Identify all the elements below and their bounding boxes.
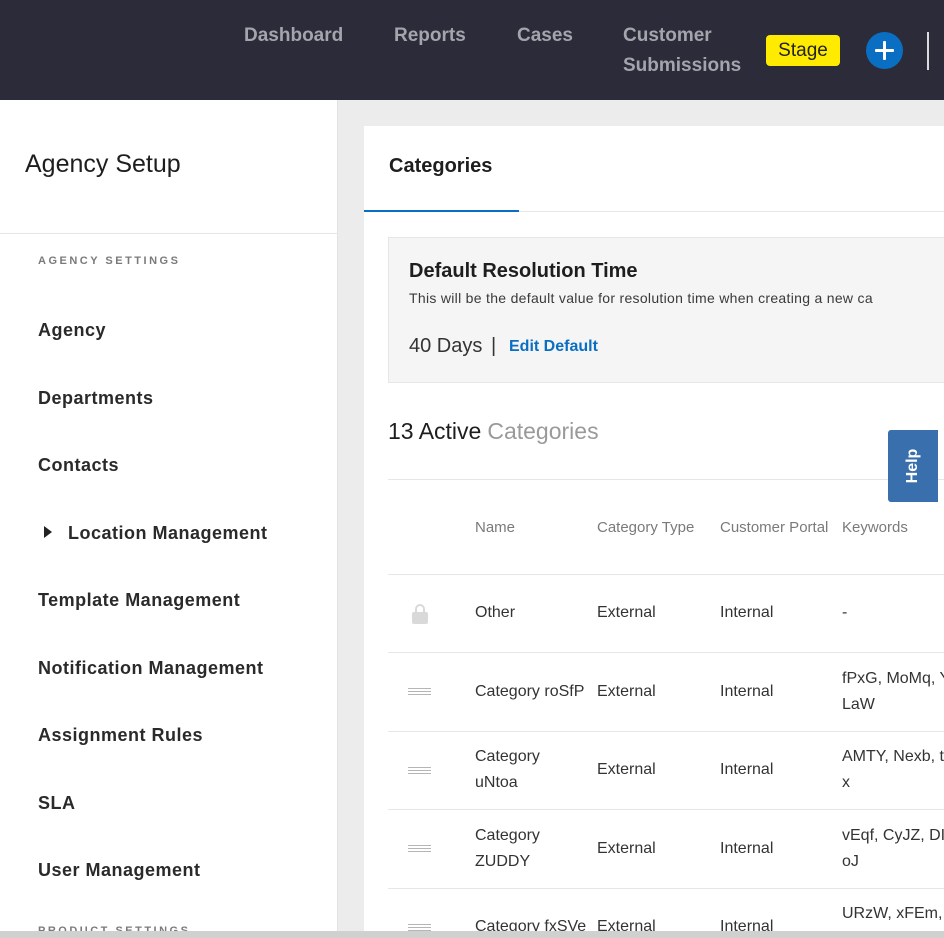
cell-name: Category [475,748,540,765]
cell-customer-portal: Internal [720,683,774,700]
sidebar-divider [0,233,338,234]
cell-keywords: fPxG, MoMq, Y [842,670,944,687]
sidebar-item-label: Location Management [68,523,268,543]
default-resolution-description: This will be the default value for resol… [409,290,873,306]
cell-keywords: - [842,604,848,621]
sidebar-item-contacts[interactable]: Contacts [38,455,119,476]
cell-customer-portal: Internal [720,604,774,621]
cell-keywords: AMTY, Nexb, t [842,748,944,765]
nav-cases[interactable]: Cases [517,21,573,50]
nav-reports[interactable]: Reports [394,21,466,50]
cell-keywords: URzW, xFEm, [842,905,943,922]
cell-category-type: External [597,604,656,621]
sidebar-title: Agency Setup [25,150,181,178]
drag-handle-icon[interactable] [408,688,431,696]
count-label: Categories [487,418,599,444]
main-card: Categories Default Resolution Time This … [364,126,944,938]
default-resolution-title: Default Resolution Time [409,260,638,282]
cell-keywords: vEqf, CyJZ, DI [842,827,944,844]
default-resolution-panel: Default Resolution Time This will be the… [388,237,944,383]
sidebar-item-location-management[interactable]: Location Management [38,523,268,544]
help-label: Help [904,448,921,484]
row-divider [388,731,944,732]
plus-circle-icon[interactable] [866,32,903,69]
nav-dashboard[interactable]: Dashboard [244,21,343,50]
cell-name-cont: uNtoa [475,774,518,791]
default-resolution-value: 40 Days [409,335,483,357]
row-divider [388,888,944,889]
drag-handle-icon[interactable] [408,845,431,853]
cell-category-type: External [597,840,656,857]
cell-keywords-cont: oJ [842,853,859,870]
horizontal-scrollbar[interactable] [0,931,944,938]
cell-name-cont: ZUDDY [475,853,531,870]
sidebar-item-assignment-rules[interactable]: Assignment Rules [38,725,203,746]
cell-keywords-cont: x [842,774,850,791]
cell-name: Other [475,604,516,621]
cell-category-type: External [597,683,656,700]
nav-divider [927,32,929,70]
top-nav-bar: Dashboard Reports Cases Customer Submiss… [0,0,944,100]
active-count: 13 Active [388,418,482,444]
cell-keywords-cont: LaW [842,696,875,713]
column-header-customer-portal[interactable]: Customer Portal [720,519,828,536]
sidebar-item-departments[interactable]: Departments [38,388,154,409]
value-separator: | [491,335,497,357]
help-button[interactable]: Help [888,430,938,502]
drag-handle-icon[interactable] [408,767,431,775]
tab-underline [519,211,944,212]
table-top-border [388,479,944,480]
nav-customer-submissions-line2: Submissions [623,55,742,76]
sidebar-item-agency[interactable]: Agency [38,320,106,341]
lock-icon [412,604,428,624]
edit-default-link[interactable]: Edit Default [509,338,598,356]
cell-category-type: External [597,761,656,778]
cell-name: Category roSfP [475,683,585,700]
cell-customer-portal: Internal [720,840,774,857]
column-header-category-type[interactable]: Category Type [597,519,694,536]
row-divider [388,652,944,653]
tab-categories[interactable]: Categories [364,126,519,212]
column-header-keywords[interactable]: Keywords [842,519,908,536]
environment-badge: Stage [766,35,840,66]
sidebar-item-sla[interactable]: SLA [38,793,76,814]
row-divider [388,574,944,575]
column-header-name[interactable]: Name [475,519,515,536]
category-count: 13 Active Categories [388,418,599,445]
sidebar-item-notification-management[interactable]: Notification Management [38,658,264,679]
sidebar: Agency Setup AGENCY SETTINGS Agency Depa… [0,100,338,938]
section-label-agency-settings: AGENCY SETTINGS [38,255,181,267]
sidebar-item-template-management[interactable]: Template Management [38,590,240,611]
nav-customer-submissions-line1: Customer [623,25,712,46]
cell-customer-portal: Internal [720,761,774,778]
row-divider [388,809,944,810]
caret-right-icon [44,526,52,538]
sidebar-item-user-management[interactable]: User Management [38,860,201,881]
tab-label: Categories [389,155,493,177]
cell-name: Category [475,827,540,844]
